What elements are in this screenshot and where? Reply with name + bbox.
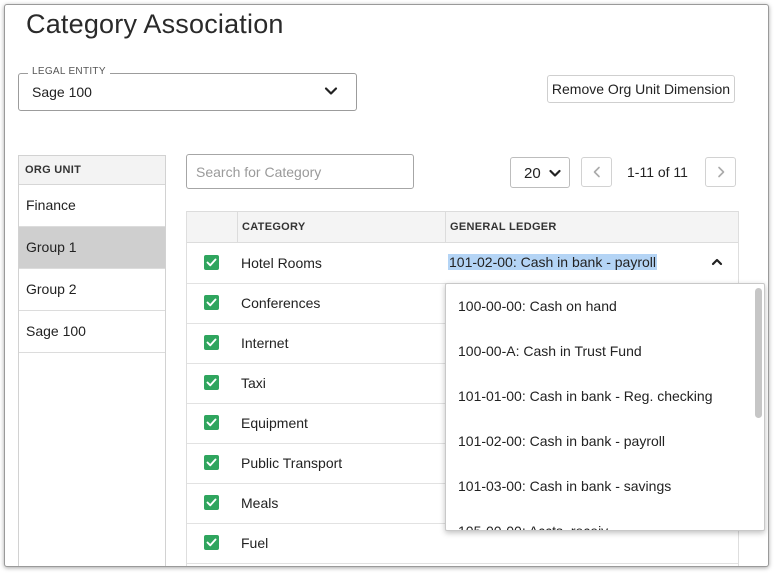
chevron-up-icon[interactable] [711,256,723,268]
row-checkbox[interactable] [204,295,219,310]
table-header: CATEGORY GENERAL LEDGER [187,211,738,243]
checkmark-icon [206,458,217,467]
column-header-category[interactable]: CATEGORY [242,212,306,242]
org-unit-item-finance[interactable]: Finance [19,185,165,227]
checkmark-icon [206,538,217,547]
column-header-general-ledger[interactable]: GENERAL LEDGER [450,212,557,242]
legal-entity-label: LEGAL ENTITY [28,66,110,77]
next-page-button[interactable] [705,157,736,187]
gl-option[interactable]: 101-02-00: Cash in bank - payroll [458,433,665,449]
checkmark-icon [206,298,217,307]
org-unit-panel: ORG UNIT Finance Group 1 Group 2 Sage 10… [18,155,166,566]
category-name: Hotel Rooms [241,255,322,271]
row-checkbox[interactable] [204,495,219,510]
page-title: Category Association [26,9,284,39]
table-row: Hotel Rooms 101-02-00: Cash in bank - pa… [187,243,738,284]
general-ledger-dropdown: 100-00-00: Cash on hand 100-00-A: Cash i… [445,283,765,531]
category-name: Equipment [241,415,308,431]
remove-org-unit-dimension-button[interactable]: Remove Org Unit Dimension [547,75,735,103]
row-checkbox[interactable] [204,535,219,550]
checkmark-icon [206,338,217,347]
category-name: Taxi [241,375,266,391]
checkmark-icon [206,418,217,427]
category-name: Meals [241,495,279,511]
legal-entity-select[interactable]: LEGAL ENTITY Sage 100 [18,66,357,111]
page-size-select[interactable]: 20 [510,157,570,188]
gl-option[interactable]: 101-03-00: Cash in bank - savings [458,478,671,494]
category-name: Conferences [241,295,321,311]
category-name: Public Transport [241,455,343,471]
row-checkbox[interactable] [204,375,219,390]
dropdown-scrollbar[interactable] [755,288,762,418]
gl-option[interactable]: 105-00-00: Accts. receiv... [458,523,619,530]
org-unit-header: ORG UNIT [19,156,165,185]
category-name: Fuel [241,535,269,551]
chevron-down-icon [549,169,561,177]
chevron-down-icon [324,87,338,95]
row-checkbox[interactable] [204,455,219,470]
org-unit-item-sage-100[interactable]: Sage 100 [19,311,165,353]
checkmark-icon [206,258,217,267]
checkmark-icon [206,378,217,387]
prev-page-button[interactable] [581,157,612,187]
app-window: Category Association LEGAL ENTITY Sage 1… [4,4,769,567]
org-unit-item-group-2[interactable]: Group 2 [19,269,165,311]
row-checkbox[interactable] [204,255,219,270]
checkmark-icon [206,498,217,507]
gl-option[interactable]: 101-01-00: Cash in bank - Reg. checking [458,388,712,404]
chevron-left-icon [593,166,600,178]
row-checkbox[interactable] [204,415,219,430]
chevron-right-icon [718,166,725,178]
gl-option[interactable]: 100-00-00: Cash on hand [458,298,617,314]
legal-entity-value: Sage 100 [32,84,92,100]
category-name: Internet [241,335,289,351]
search-category-input[interactable] [186,154,414,189]
general-ledger-value[interactable]: 101-02-00: Cash in bank - payroll [448,254,658,270]
page-size-value: 20 [524,165,541,182]
org-unit-item-group-1[interactable]: Group 1 [19,227,165,269]
row-checkbox[interactable] [204,335,219,350]
pagination-info: 1-11 of 11 [627,164,688,180]
gl-option[interactable]: 100-00-A: Cash in Trust Fund [458,343,642,359]
